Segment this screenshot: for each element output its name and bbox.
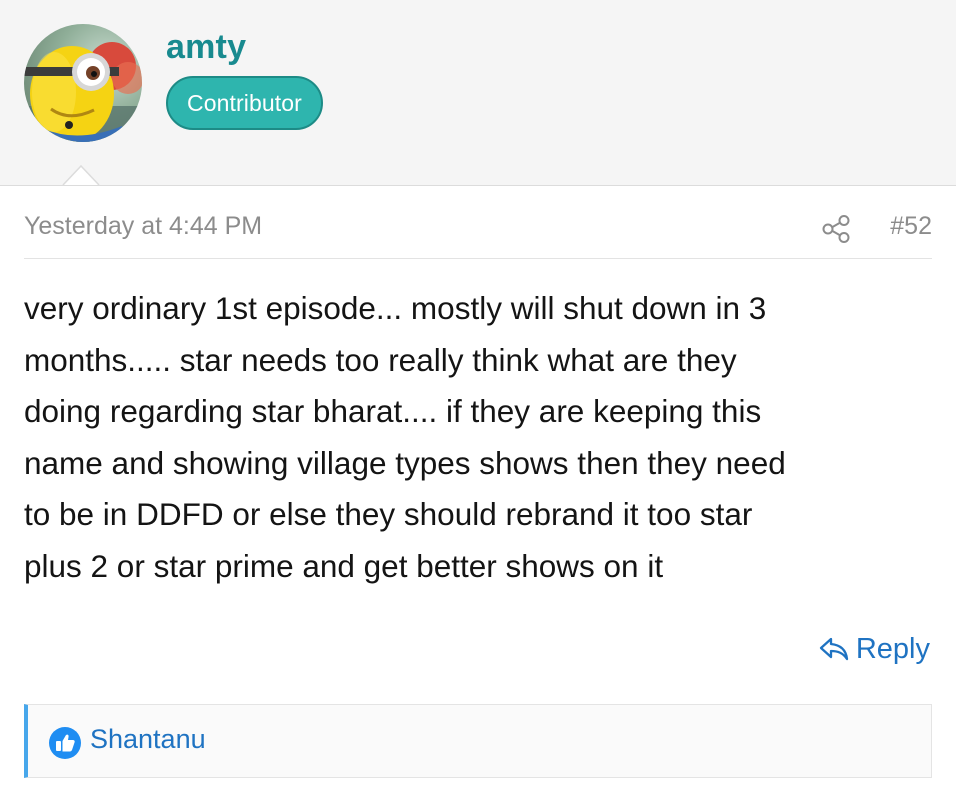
- post-number[interactable]: #52: [890, 212, 932, 241]
- reply-label: Reply: [855, 632, 930, 665]
- pointer-arrow-icon: [62, 165, 100, 186]
- role-badge-label: Contributor: [187, 89, 302, 116]
- user-header: amty Contributor: [0, 0, 956, 186]
- role-badge: Contributor: [166, 76, 323, 130]
- avatar[interactable]: [24, 24, 142, 142]
- like-icon: [49, 727, 81, 759]
- reactions-bar: Shantanu: [24, 704, 932, 778]
- minion-avatar-icon: [24, 42, 142, 142]
- post-body: very ordinary 1st episode... mostly will…: [24, 290, 786, 584]
- share-icon[interactable]: [821, 214, 851, 244]
- post-meta: Yesterday at 4:44 PM #52: [24, 206, 932, 259]
- reply-button[interactable]: Reply: [818, 628, 930, 670]
- reply-icon: [819, 637, 848, 661]
- username[interactable]: amty: [166, 28, 246, 67]
- reaction-user-link[interactable]: Shantanu: [90, 724, 206, 755]
- post-timestamp[interactable]: Yesterday at 4:44 PM: [24, 212, 262, 241]
